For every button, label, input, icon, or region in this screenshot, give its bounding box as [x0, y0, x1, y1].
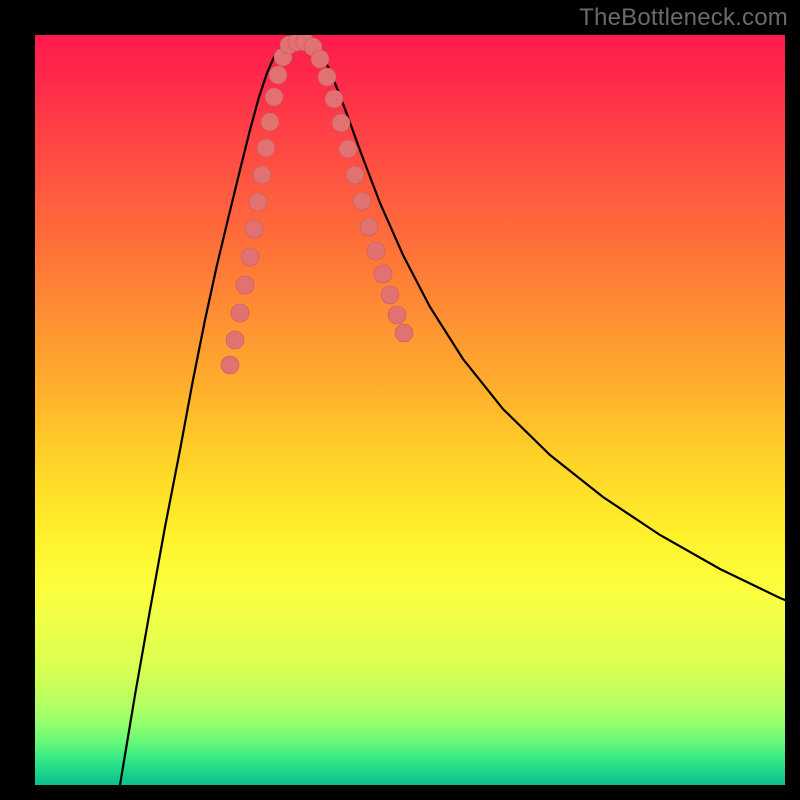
marker-dot	[388, 306, 406, 324]
marker-dot	[269, 66, 287, 84]
marker-dot	[241, 248, 259, 266]
marker-dot	[360, 218, 378, 236]
marker-dot	[332, 114, 350, 132]
marker-dot	[265, 88, 283, 106]
marker-dot	[253, 166, 271, 184]
marker-dot	[339, 140, 357, 158]
marker-dot	[261, 113, 279, 131]
marker-dot	[318, 68, 336, 86]
marker-dot	[226, 331, 244, 349]
curve-left-branch	[120, 49, 280, 785]
marker-dot	[257, 139, 275, 157]
marker-dot	[221, 356, 239, 374]
marker-dot	[245, 220, 263, 238]
marker-dot	[346, 166, 364, 184]
marker-dot	[249, 193, 267, 211]
marker-dot	[353, 192, 371, 210]
marker-dot	[325, 90, 343, 108]
marker-dots-group	[221, 35, 413, 374]
marker-dot	[367, 242, 385, 260]
marker-dot	[236, 276, 254, 294]
marker-dot	[231, 304, 249, 322]
plot-area	[35, 35, 785, 785]
marker-dot	[395, 324, 413, 342]
marker-dot	[381, 286, 399, 304]
curve-right-branch	[319, 49, 785, 600]
chart-svg	[35, 35, 785, 785]
chart-frame: TheBottleneck.com	[0, 0, 800, 800]
watermark-text: TheBottleneck.com	[579, 4, 788, 32]
marker-dot	[311, 50, 329, 68]
marker-dot	[374, 265, 392, 283]
